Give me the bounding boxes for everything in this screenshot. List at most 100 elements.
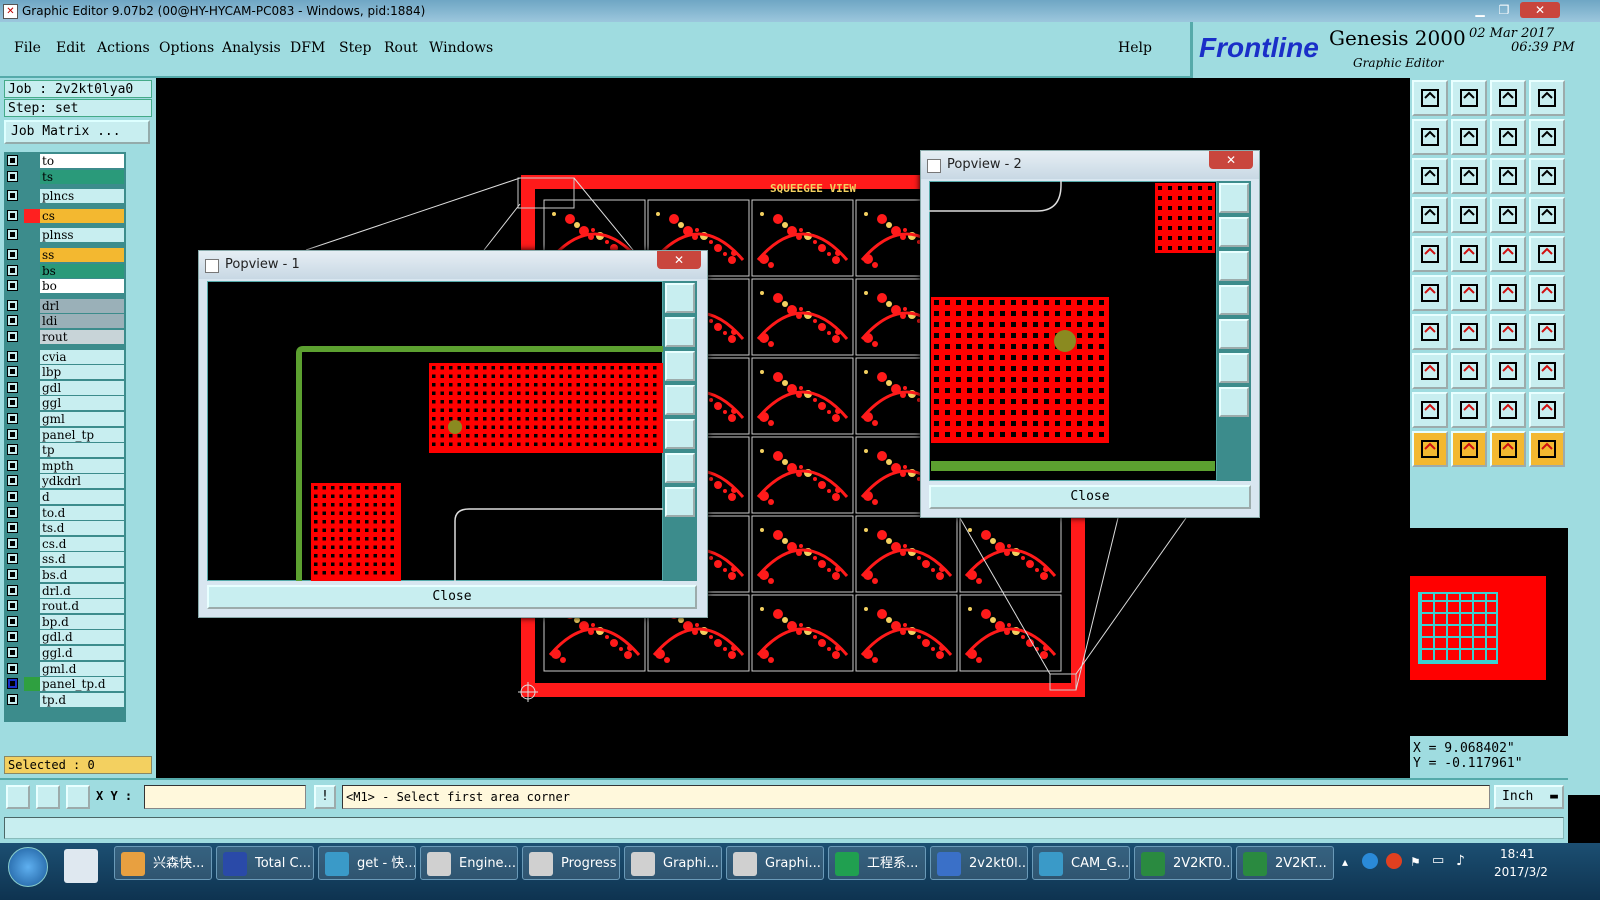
zoom-in-icon[interactable] xyxy=(1219,183,1249,213)
pan-down-icon[interactable] xyxy=(665,351,695,381)
layer-row[interactable]: rout xyxy=(4,330,126,344)
layer-row[interactable]: to.d xyxy=(4,505,126,520)
layer-checkbox[interactable] xyxy=(7,537,18,549)
layer-row[interactable]: bs xyxy=(4,263,126,278)
layer-row[interactable]: tp xyxy=(4,443,126,458)
taskbar-item[interactable]: Progress xyxy=(522,846,620,880)
select-mode-icon[interactable] xyxy=(6,785,30,809)
popview-1-close-x[interactable]: ✕ xyxy=(657,251,701,269)
help-icon[interactable] xyxy=(1529,158,1565,194)
menu-windows[interactable]: Windows xyxy=(429,40,493,56)
layer-row[interactable]: panel_tp.d xyxy=(4,677,126,692)
layer-checkbox[interactable] xyxy=(7,631,18,643)
layer-row[interactable]: gml.d xyxy=(4,661,126,676)
layer-checkbox[interactable] xyxy=(7,190,18,202)
pointer-multi-icon[interactable] xyxy=(1529,431,1565,467)
tray-time[interactable]: 18:41 xyxy=(1500,847,1535,861)
layer-checkbox[interactable] xyxy=(7,413,18,424)
layer-checkbox[interactable] xyxy=(7,264,18,276)
layer-checkbox[interactable] xyxy=(7,506,18,518)
taskbar-item[interactable]: Graphi... xyxy=(726,846,824,880)
layer-row[interactable]: ts xyxy=(4,169,126,184)
minimize-button[interactable]: ▁ xyxy=(1470,2,1490,18)
layer-row[interactable]: ss xyxy=(4,248,126,262)
menu-file[interactable]: File xyxy=(14,40,41,56)
menu-help[interactable]: Help xyxy=(1118,40,1152,56)
layer-checkbox[interactable] xyxy=(7,366,18,378)
pan-right-icon[interactable] xyxy=(665,419,695,449)
layer-row[interactable]: cs xyxy=(4,208,126,223)
tray-date[interactable]: 2017/3/2 xyxy=(1494,865,1548,879)
layer-checkbox[interactable] xyxy=(7,397,18,409)
menu-options[interactable]: Options xyxy=(159,40,214,56)
taskbar-item[interactable]: CAM_G... xyxy=(1032,846,1130,880)
pan-down-icon[interactable] xyxy=(1219,251,1249,281)
layer-checkbox[interactable] xyxy=(7,647,18,658)
line-move-icon[interactable] xyxy=(1529,275,1565,311)
pad-icon[interactable] xyxy=(1412,236,1448,272)
home-icon[interactable] xyxy=(1490,80,1526,116)
taskbar-item[interactable]: 2v2kt0l... xyxy=(930,846,1028,880)
overview-map[interactable] xyxy=(1410,528,1568,736)
zoom-in-icon[interactable] xyxy=(665,283,695,313)
start-button[interactable] xyxy=(8,847,48,887)
snap-icon[interactable] xyxy=(1529,119,1565,155)
connect-icon[interactable] xyxy=(1412,275,1448,311)
layer-checkbox[interactable] xyxy=(7,678,18,690)
layer-row[interactable]: bo xyxy=(4,279,126,294)
circle-icon[interactable] xyxy=(1529,236,1565,272)
layer-row[interactable]: ggl xyxy=(4,396,126,411)
tray-display-icon[interactable]: ▭ xyxy=(1432,853,1444,868)
close-window-button[interactable]: ✕ xyxy=(1520,2,1560,18)
layer-row[interactable]: ts.d xyxy=(4,521,126,536)
scale-1-2-icon[interactable] xyxy=(1490,158,1526,194)
zoom-home-icon[interactable] xyxy=(1412,80,1448,116)
taskbar-item[interactable]: 兴森快... xyxy=(114,846,212,880)
layer-checkbox[interactable] xyxy=(7,249,18,260)
tri-c-icon[interactable] xyxy=(1529,392,1565,428)
line-add-icon[interactable] xyxy=(1490,275,1526,311)
taskbar-item[interactable]: get - 快... xyxy=(318,846,416,880)
layer-row[interactable]: cs.d xyxy=(4,536,126,551)
layer-checkbox[interactable] xyxy=(7,475,18,487)
zoom-fit-icon[interactable] xyxy=(665,453,695,483)
taskbar-item[interactable]: Engine... xyxy=(420,846,518,880)
layer-checkbox[interactable] xyxy=(7,693,18,705)
snap-mode-icon[interactable] xyxy=(36,785,60,809)
layer-checkbox[interactable] xyxy=(7,491,18,502)
grid-mode-icon[interactable] xyxy=(66,785,90,809)
layer-tools-icon[interactable] xyxy=(1529,197,1565,233)
taskbar-item[interactable]: Graphi... xyxy=(624,846,722,880)
menu-actions[interactable]: Actions xyxy=(97,40,150,56)
menu-dfm[interactable]: DFM xyxy=(290,40,325,56)
layer-checkbox[interactable] xyxy=(7,584,18,596)
angle-icon[interactable] xyxy=(1412,314,1448,350)
tray-flag-icon[interactable]: ⚑ xyxy=(1410,855,1421,869)
layer-checkbox[interactable] xyxy=(7,299,18,311)
center-icon[interactable] xyxy=(665,487,695,517)
center-icon[interactable] xyxy=(1219,387,1249,417)
zoom-fit-icon[interactable] xyxy=(1219,353,1249,383)
center-icon[interactable] xyxy=(1451,158,1487,194)
layer-checkbox[interactable] xyxy=(7,662,18,674)
taskbar-item[interactable]: 2V2KT0... xyxy=(1134,846,1232,880)
zoom-out-icon[interactable] xyxy=(1451,80,1487,116)
layer-checkbox[interactable] xyxy=(7,459,18,471)
popview-1-close-button[interactable]: Close xyxy=(207,585,697,609)
pointer-sel-icon[interactable] xyxy=(1490,431,1526,467)
menu-edit[interactable]: Edit xyxy=(56,40,85,56)
layer-checkbox[interactable] xyxy=(7,331,18,342)
cross-icon[interactable] xyxy=(1451,275,1487,311)
layer-row[interactable]: plncs xyxy=(4,189,126,204)
layer-row[interactable]: panel_tp xyxy=(4,427,126,442)
layer-checkbox[interactable] xyxy=(7,428,18,440)
triangle-icon[interactable] xyxy=(1412,392,1448,428)
exclaim-icon[interactable]: ! xyxy=(314,785,336,809)
layer-row[interactable]: ldi xyxy=(4,314,126,329)
layer-row[interactable]: bp.d xyxy=(4,614,126,629)
resize-icon[interactable] xyxy=(1490,353,1526,389)
pan-right-icon[interactable] xyxy=(1219,319,1249,349)
layer-checkbox[interactable] xyxy=(7,522,18,534)
job-matrix-button[interactable]: Job Matrix ... xyxy=(4,120,150,144)
pan-right-icon[interactable] xyxy=(1451,119,1487,155)
